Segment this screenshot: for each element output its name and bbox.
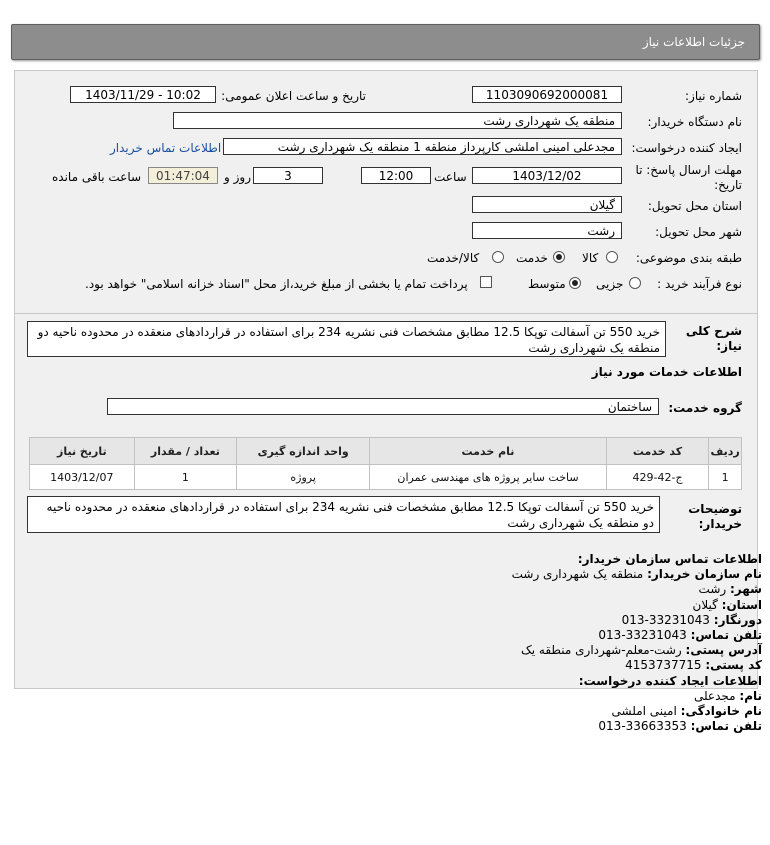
- service-group-field[interactable]: ساختمان: [107, 398, 659, 415]
- category-option-service: خدمت: [516, 251, 548, 265]
- deadline-days-field[interactable]: 3: [253, 167, 323, 184]
- contact-info: اطلاعات تماس سازمان خریدار: نام سازمان خ…: [512, 552, 762, 734]
- buyer-org-field[interactable]: منطقه یک شهرداری رشت: [173, 112, 622, 129]
- process-option-medium: متوسط: [528, 277, 566, 291]
- creator-title: اطلاعات ایجاد کننده درخواست:: [578, 673, 762, 688]
- service-group-label: گروه خدمت:: [668, 401, 742, 415]
- process-radio-minor[interactable]: [629, 277, 641, 289]
- city-info-label: شهر:: [730, 582, 762, 597]
- deadline-label-line2: تاریخ:: [714, 178, 742, 192]
- buyer-notes-field[interactable]: خرید 550 تن آسفالت توپکا 12.5 مطابق مشخص…: [27, 496, 660, 533]
- services-section-title: اطلاعات خدمات مورد نیاز: [591, 365, 742, 379]
- fax-value: 33231043-013: [621, 612, 710, 627]
- need-number-field[interactable]: 1103090692000081: [472, 86, 622, 103]
- name-value: مجدعلی: [693, 688, 736, 703]
- family-value: امینی املشی: [611, 704, 677, 719]
- cell-row: 1: [708, 464, 742, 490]
- deadline-time-field[interactable]: 12:00: [361, 167, 431, 184]
- requester-field[interactable]: مجدعلی امینی املشی کارپرداز منطقه 1 منطق…: [223, 138, 622, 155]
- category-option-goods-service: کالا/خدمت: [427, 251, 480, 265]
- deadline-time-label: ساعت: [434, 170, 467, 184]
- buyer-notes-label-line2: خریدار:: [698, 517, 742, 531]
- cell-code: ج-42-429: [605, 464, 710, 490]
- process-label: نوع فرآیند خرید :: [657, 277, 742, 291]
- postal-label: کد پستی:: [705, 658, 762, 673]
- phone-label: تلفن تماس:: [690, 628, 762, 643]
- need-number-label: شماره نیاز:: [685, 89, 742, 103]
- page-header: جزئیات اطلاعات نیاز: [11, 24, 760, 60]
- category-radio-service[interactable]: [553, 251, 565, 263]
- city-info-value: رشت: [698, 582, 727, 597]
- contact-title: اطلاعات تماس سازمان خریدار:: [577, 552, 762, 566]
- treasury-payment-checkbox[interactable]: [480, 276, 492, 288]
- category-radio-goods[interactable]: [606, 251, 618, 263]
- description-label-line2: نیاز:: [716, 339, 742, 353]
- category-radio-goods-service[interactable]: [492, 251, 504, 263]
- cell-unit: پروژه: [236, 464, 371, 490]
- family-label: نام خانوادگی:: [680, 704, 762, 719]
- address-label: آدرس پستی:: [685, 643, 762, 658]
- col-date: تاریخ نیاز: [29, 437, 135, 465]
- remaining-time-field: 01:47:04: [148, 167, 218, 184]
- org-label: نام سازمان خریدار:: [647, 567, 762, 582]
- org-value: منطقه یک شهرداری رشت: [511, 567, 644, 582]
- deadline-days-label: روز و: [224, 170, 251, 184]
- buyer-contact-link[interactable]: اطلاعات تماس خریدار: [110, 141, 221, 155]
- buyer-notes-label-line1: توضیحات: [688, 502, 742, 516]
- province-info-label: استان:: [721, 597, 762, 612]
- city-field[interactable]: رشت: [472, 222, 622, 239]
- col-code: کد خدمت: [605, 437, 710, 465]
- requester-label: ایجاد کننده درخواست:: [631, 141, 742, 155]
- buyer-org-label: نام دستگاه خریدار:: [647, 115, 743, 129]
- name-label: نام:: [739, 688, 762, 703]
- description-label-line1: شرح کلی: [685, 324, 742, 338]
- col-row: ردیف: [708, 437, 742, 465]
- category-label: طبقه بندی موضوعی:: [635, 251, 742, 265]
- col-name: نام خدمت: [369, 437, 607, 465]
- treasury-payment-text: پرداخت تمام یا بخشی از مبلغ خرید،از محل …: [85, 277, 468, 291]
- services-table: ردیف کد خدمت نام خدمت واحد اندازه گیری ت…: [29, 437, 742, 490]
- province-label: استان محل تحویل:: [647, 199, 742, 213]
- process-radio-medium[interactable]: [569, 277, 581, 289]
- creator-phone-value: 33663353-013: [598, 719, 687, 734]
- deadline-date-field[interactable]: 1403/12/02: [472, 167, 622, 184]
- col-unit: واحد اندازه گیری: [236, 437, 371, 465]
- cell-name: ساخت سایر پروژه های مهندسی عمران: [369, 464, 607, 490]
- services-table-header: ردیف کد خدمت نام خدمت واحد اندازه گیری ت…: [29, 437, 742, 465]
- postal-value: 4153737715: [625, 658, 702, 673]
- province-info-value: گیلان: [692, 597, 718, 612]
- announce-label: تاریخ و ساعت اعلان عمومی:: [221, 89, 366, 103]
- cell-date: 1403/12/07: [29, 464, 135, 490]
- cell-qty: 1: [133, 464, 238, 490]
- process-option-minor: جزیی: [596, 277, 624, 291]
- col-qty: تعداد / مقدار: [133, 437, 238, 465]
- category-option-goods: کالا: [582, 251, 599, 265]
- description-field[interactable]: خرید 550 تن آسفالت توپکا 12.5 مطابق مشخص…: [27, 321, 666, 357]
- address-value: رشت-معلم-شهرداری منطقه یک: [521, 643, 682, 658]
- province-field[interactable]: گیلان: [472, 196, 622, 213]
- page-title: جزئیات اطلاعات نیاز: [642, 35, 745, 49]
- city-label: شهر محل تحویل:: [655, 225, 742, 239]
- announce-field[interactable]: 1403/11/29 - 10:02: [70, 86, 216, 103]
- fax-label: دورنگار:: [713, 612, 762, 627]
- creator-phone-label: تلفن تماس:: [690, 719, 762, 734]
- table-row: 1 ج-42-429 ساخت سایر پروژه های مهندسی عم…: [29, 464, 742, 490]
- remaining-time-label: ساعت باقی مانده: [52, 170, 142, 184]
- deadline-label-line1: مهلت ارسال پاسخ: تا: [635, 163, 742, 177]
- phone-value: 33231043-013: [598, 628, 687, 643]
